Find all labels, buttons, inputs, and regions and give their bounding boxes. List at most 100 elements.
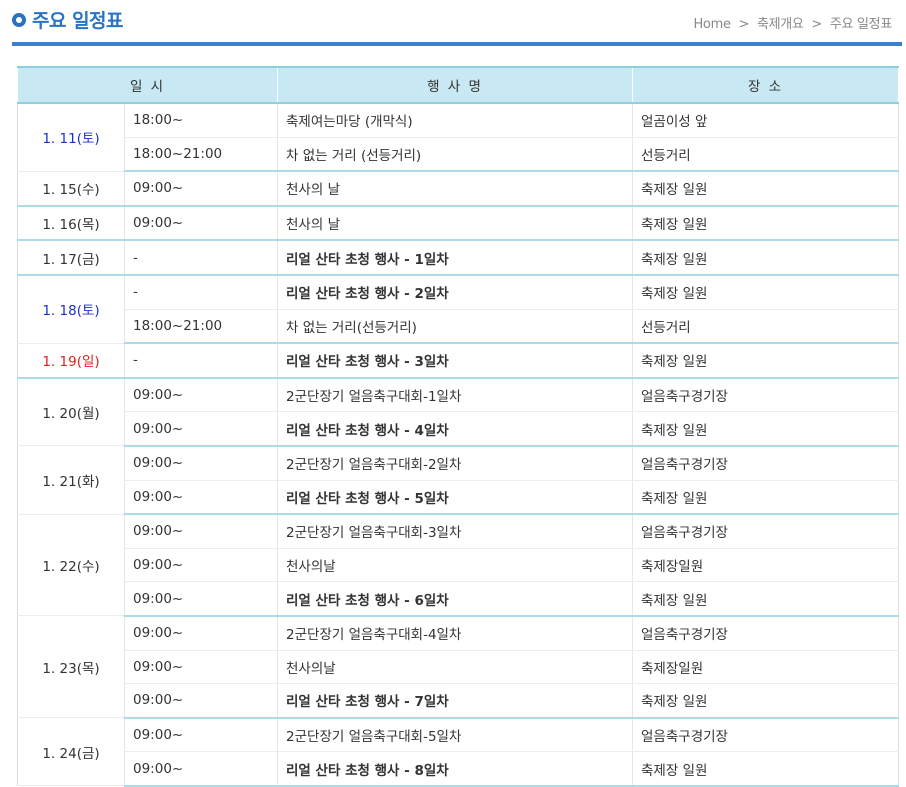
table-row: 1. 15(수) 09:00~ 천사의 날 축제장 일원: [17, 171, 900, 207]
place-cell: 축제장 일원: [632, 581, 900, 617]
table-row: 09:00~ 리얼 산타 초청 행사 - 6일차 축제장 일원: [18, 581, 900, 617]
column-header-datetime: 일 시: [16, 67, 279, 104]
date-cell: 1. 21(화): [17, 445, 125, 515]
event-name-cell: 리얼 산타 초청 행사 - 6일차: [277, 581, 633, 617]
time-cell: -: [123, 343, 278, 379]
date-cell: 1. 17(금): [17, 240, 125, 276]
table-row: 1. 17(금) - 리얼 산타 초청 행사 - 1일차 축제장 일원: [17, 240, 900, 276]
event-name-cell: 2군단장기 얼음축구대회-3일차: [277, 514, 633, 549]
table-row: 09:00~ 리얼 산타 초청 행사 - 7일차 축제장 일원: [18, 683, 900, 719]
event-name-cell: 천사의날: [277, 650, 633, 685]
date-cell: 1. 16(목): [17, 205, 125, 242]
page-title: 주요 일정표: [32, 10, 124, 32]
place-cell: 축제장 일원: [632, 205, 900, 242]
event-name-cell: 리얼 산타 초청 행사 - 8일차: [277, 751, 633, 787]
table-row: 1. 11(토) 18:00~ 축제여는마당 (개막식) 얼곰이성 앞: [17, 103, 900, 172]
table-row: 09:00~ 천사의날 축제장일원: [18, 650, 900, 685]
event-name-cell: 리얼 산타 초청 행사 - 4일차: [277, 411, 633, 447]
time-cell: 09:00~: [123, 377, 278, 413]
place-cell: 축제장 일원: [632, 171, 900, 207]
table-row: 18:00~21:00 차 없는 거리 (선등거리) 선등거리: [18, 137, 900, 173]
table-row: 1. 22(수) 09:00~ 2군단장기 얼음축구대회-3일차 얼음축구경기장: [17, 514, 900, 617]
event-name-cell: 천사의날: [277, 548, 633, 583]
place-cell: 얼음축구경기장: [632, 514, 900, 549]
time-cell: 09:00~: [123, 683, 278, 719]
time-cell: 09:00~: [123, 751, 278, 787]
schedule-table-header: 일 시 행 사 명 장 소: [16, 67, 900, 104]
place-cell: 얼음축구경기장: [632, 445, 900, 481]
date-cell: 1. 20(월): [17, 377, 125, 447]
place-cell: 축제장 일원: [632, 240, 900, 276]
table-row: 1. 24(금) 09:00~ 2군단장기 얼음축구대회-5일차 얼음축구경기장: [17, 717, 900, 787]
place-cell: 얼곰이성 앞: [632, 103, 900, 138]
time-cell: 09:00~: [123, 445, 278, 481]
table-row: 18:00~21:00 차 없는 거리(선등거리) 선등거리: [18, 309, 900, 345]
table-row: 09:00~ 리얼 산타 초청 행사 - 4일차 축제장 일원: [18, 411, 900, 447]
event-name-cell: 축제여는마당 (개막식): [277, 103, 633, 138]
event-name-cell: 차 없는 거리 (선등거리): [277, 137, 633, 173]
table-row: 1. 23(목) 09:00~ 2군단장기 얼음축구대회-4일차 얼음축구경기장: [17, 615, 900, 719]
page-header: 주요 일정표 Home > 축제개요 > 주요 일정표: [0, 0, 906, 46]
time-cell: -: [123, 274, 278, 310]
column-header-place: 장 소: [632, 67, 900, 104]
event-name-cell: 2군단장기 얼음축구대회-2일차: [277, 445, 633, 481]
circle-bullet-icon: [12, 12, 26, 27]
event-name-cell: 2군단장기 얼음축구대회-5일차: [277, 717, 633, 753]
place-cell: 선등거리: [632, 137, 900, 173]
place-cell: 축제장일원: [632, 650, 900, 685]
schedule-table: 일 시 행 사 명 장 소 1. 11(토) 18:00~ 축제여는마당 (개막식)…: [16, 66, 900, 787]
table-row: 1. 21(화) 09:00~ 2군단장기 얼음축구대회-2일차 얼음축구경기장: [17, 445, 900, 515]
time-cell: 09:00~: [123, 171, 278, 207]
date-cell: 1. 18(토): [17, 274, 125, 344]
place-cell: 얼음축구경기장: [632, 717, 900, 753]
time-cell: 09:00~: [123, 650, 278, 685]
event-name-cell: 리얼 산타 초청 행사 - 7일차: [277, 683, 633, 719]
breadcrumb: Home > 축제개요 > 주요 일정표: [693, 13, 892, 32]
table-row: 09:00~ 천사의날 축제장일원: [18, 548, 900, 583]
date-cell: 1. 23(목): [17, 615, 125, 719]
time-cell: 09:00~: [123, 717, 278, 753]
time-cell: 09:00~: [123, 480, 278, 516]
time-cell: 18:00~21:00: [123, 137, 278, 173]
place-cell: 축제장 일원: [632, 683, 900, 719]
event-name-cell: 리얼 산타 초청 행사 - 2일차: [277, 274, 633, 310]
time-cell: 09:00~: [123, 615, 278, 651]
breadcrumb-separator: >: [811, 17, 823, 32]
place-cell: 선등거리: [632, 309, 900, 345]
time-cell: 18:00~: [123, 103, 278, 138]
table-row: 1. 20(월) 09:00~ 2군단장기 얼음축구대회-1일차 얼음축구경기장: [17, 377, 900, 447]
date-cell: 1. 24(금): [17, 717, 125, 787]
time-cell: 18:00~21:00: [123, 309, 278, 345]
time-cell: -: [123, 240, 278, 276]
title-divider: [12, 42, 902, 46]
date-cell: 1. 19(일): [17, 343, 125, 379]
place-cell: 축제장 일원: [632, 480, 900, 516]
time-cell: 09:00~: [123, 514, 278, 549]
place-cell: 축제장 일원: [632, 274, 900, 310]
place-cell: 얼음축구경기장: [632, 377, 900, 413]
event-name-cell: 리얼 산타 초청 행사 - 1일차: [277, 240, 633, 276]
event-name-cell: 2군단장기 얼음축구대회-4일차: [277, 615, 633, 651]
table-row: 1. 16(목) 09:00~ 천사의 날 축제장 일원: [17, 205, 900, 242]
event-name-cell: 천사의 날: [277, 171, 633, 207]
event-name-cell: 리얼 산타 초청 행사 - 5일차: [277, 480, 633, 516]
date-cell: 1. 15(수): [17, 171, 125, 207]
place-cell: 얼음축구경기장: [632, 615, 900, 651]
place-cell: 축제장 일원: [632, 751, 900, 787]
time-cell: 09:00~: [123, 581, 278, 617]
event-name-cell: 천사의 날: [277, 205, 633, 242]
breadcrumb-festival-overview-link[interactable]: 축제개요: [757, 17, 804, 32]
event-name-cell: 차 없는 거리(선등거리): [277, 309, 633, 345]
schedule-table-body: 1. 11(토) 18:00~ 축제여는마당 (개막식) 얼곰이성 앞 18:00~21…: [17, 103, 900, 787]
table-row: 1. 19(일) - 리얼 산타 초청 행사 - 3일차 축제장 일원: [17, 343, 900, 379]
date-cell: 1. 11(토): [17, 103, 125, 172]
event-name-cell: 리얼 산타 초청 행사 - 3일차: [277, 343, 633, 379]
breadcrumb-current: 주요 일정표: [829, 17, 892, 32]
place-cell: 축제장일원: [632, 548, 900, 583]
page-title-wrap: 주요 일정표: [12, 6, 124, 33]
table-row: 09:00~ 리얼 산타 초청 행사 - 5일차 축제장 일원: [18, 480, 900, 516]
time-cell: 09:00~: [123, 411, 278, 447]
breadcrumb-separator: >: [738, 17, 750, 32]
breadcrumb-home-link[interactable]: Home: [693, 17, 731, 32]
place-cell: 축제장 일원: [632, 411, 900, 447]
